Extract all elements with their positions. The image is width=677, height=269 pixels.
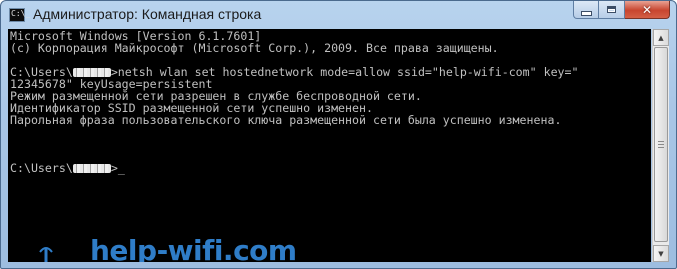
window-controls: ✕ [573, 1, 670, 21]
console-line: (c) Корпорация Майкрософт (Microsoft Cor… [10, 41, 499, 55]
scroll-down-button[interactable]: ▼ [653, 245, 669, 262]
close-button[interactable]: ✕ [625, 1, 670, 19]
arrow-up-icon: ▲ [658, 33, 664, 42]
arrow-down-icon: ▼ [658, 249, 664, 258]
cmd-icon[interactable]: C:\_ [9, 8, 30, 22]
minimize-icon [580, 10, 592, 16]
grip-line [658, 147, 664, 148]
router-icon [39, 247, 53, 262]
maximize-button[interactable] [599, 1, 625, 19]
prompt-symbol: > [110, 161, 118, 175]
scroll-thumb[interactable] [654, 47, 668, 242]
watermark-text: help-wifi.com [90, 234, 297, 262]
console-output[interactable]: Microsoft Windows [Version 6.1.7601] (c)… [8, 29, 651, 262]
redacted-username [72, 164, 111, 173]
window-title: Администратор: Командная строка [33, 6, 262, 22]
close-icon: ✕ [641, 2, 653, 17]
vertical-scrollbar[interactable]: ▲ ▼ [652, 29, 669, 262]
title-bar[interactable]: C:\_ Администратор: Командная строка ✕ [1, 1, 676, 29]
grip-line [658, 144, 664, 145]
prompt-path: C:\Users\ [10, 161, 73, 175]
cmd-window: C:\_ Администратор: Командная строка ✕ M… [0, 0, 677, 269]
scroll-up-button[interactable]: ▲ [653, 29, 669, 46]
minimize-button[interactable] [573, 1, 599, 19]
maximize-icon [607, 6, 616, 13]
console-line: C:\Users\ >_ [10, 162, 125, 174]
console-line: Парольная фраза пользовательского ключа … [10, 113, 562, 127]
cmd-icon-text: C:\_ [11, 9, 31, 18]
redacted-username [72, 68, 111, 77]
grip-line [658, 141, 664, 142]
text-cursor: _ [117, 161, 125, 175]
